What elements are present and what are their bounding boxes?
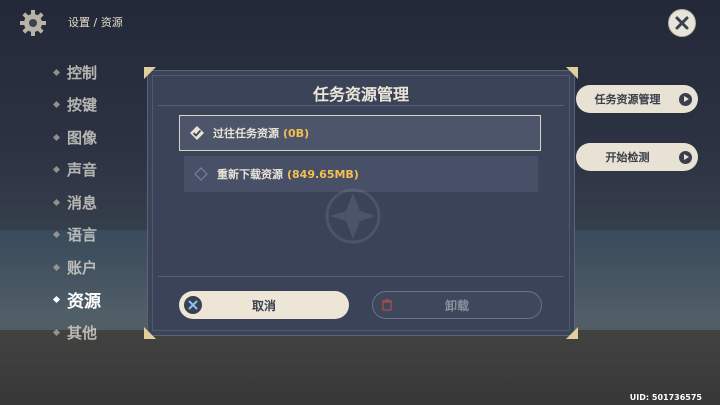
option-label: 过往任务资源 (213, 127, 279, 140)
cancel-x-icon (184, 296, 202, 314)
title-divider (158, 105, 564, 106)
bullet-icon (52, 101, 61, 109)
checkbox-unchecked-icon[interactable] (194, 167, 208, 181)
bullet-icon (52, 263, 61, 271)
uninstall-button[interactable]: 卸载 (372, 291, 542, 319)
arrow-right-icon (679, 150, 692, 164)
menu-item-keybinds[interactable]: 按键 (52, 89, 144, 122)
menu-item-graphics[interactable]: 图像 (52, 121, 144, 154)
corner-ornament-icon (144, 327, 156, 339)
menu-item-label: 控制 (67, 63, 98, 82)
menu-item-account[interactable]: 账户 (52, 251, 144, 284)
breadcrumb: 设置 / 资源 (68, 16, 123, 29)
menu-item-label: 资源 (67, 292, 101, 313)
bullet-icon (52, 198, 61, 206)
menu-item-label: 按键 (67, 96, 98, 115)
cancel-button[interactable]: 取消 (179, 291, 349, 319)
corner-ornament-icon (566, 67, 578, 79)
uninstall-label: 卸载 (444, 298, 469, 313)
menu-item-controls[interactable]: 控制 (52, 56, 144, 89)
menu-item-label: 账户 (67, 258, 98, 277)
option-label: 重新下载资源 (217, 168, 283, 181)
settings-menu: 控制 按键 图像 声音 消息 语言 账户 资源 其他 (52, 56, 144, 349)
start-check-label: 开始检测 (605, 151, 650, 164)
menu-item-resources[interactable]: 资源 (52, 284, 144, 317)
bullet-icon (52, 133, 61, 141)
resource-management-dialog: 任务资源管理 过往任务资源 (0B) 重新下载资源 (849.65MB) 取消 (144, 67, 578, 339)
menu-item-messages[interactable]: 消息 (52, 186, 144, 219)
close-icon (675, 16, 689, 30)
option-size: (849.65MB) (287, 167, 359, 181)
emblem-watermark-icon (325, 188, 381, 244)
menu-item-label: 图像 (67, 128, 98, 147)
trash-icon (378, 296, 396, 314)
checkbox-checked-icon[interactable] (190, 126, 204, 140)
corner-ornament-icon (144, 67, 156, 79)
bottom-divider (158, 276, 564, 277)
settings-gear-icon (18, 8, 48, 38)
bullet-icon (52, 231, 61, 239)
cancel-label: 取消 (251, 298, 276, 313)
menu-item-label: 其他 (67, 323, 98, 342)
bullet-icon (52, 68, 61, 76)
menu-item-label: 消息 (67, 193, 98, 212)
start-check-button[interactable]: 开始检测 (576, 143, 698, 171)
option-past-quest-resources[interactable]: 过往任务资源 (0B) (179, 115, 541, 151)
top-bar: 设置 / 资源 (0, 0, 720, 44)
arrow-right-icon (679, 92, 692, 106)
dialog-title: 任务资源管理 (312, 85, 409, 104)
menu-item-other[interactable]: 其他 (52, 316, 144, 349)
manage-resources-button[interactable]: 任务资源管理 (576, 85, 698, 113)
menu-item-label: 语言 (67, 226, 98, 245)
close-button[interactable] (668, 9, 696, 37)
corner-ornament-icon (566, 327, 578, 339)
bullet-icon (52, 328, 61, 336)
option-size: (0B) (283, 126, 310, 140)
menu-item-language[interactable]: 语言 (52, 219, 144, 252)
menu-item-audio[interactable]: 声音 (52, 154, 144, 187)
player-uid: UID: 501736575 (629, 393, 702, 402)
bullet-icon (52, 166, 61, 174)
menu-item-label: 声音 (67, 161, 98, 180)
manage-resources-label: 任务资源管理 (594, 93, 661, 106)
bullet-icon (52, 296, 61, 304)
